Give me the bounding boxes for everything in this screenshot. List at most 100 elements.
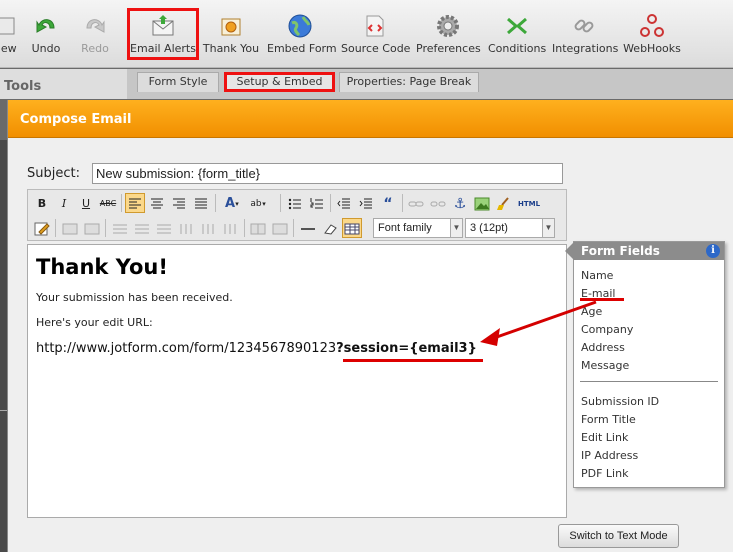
bold-button[interactable]: B — [32, 193, 52, 213]
merge-cells-button[interactable] — [270, 218, 290, 238]
align-left-button[interactable] — [125, 193, 145, 213]
undo-icon — [36, 19, 55, 33]
strikethrough-button[interactable]: ABC — [98, 193, 118, 213]
integrations-label: Integrations — [552, 42, 619, 55]
field-item[interactable]: Age — [581, 305, 602, 318]
insert-table-button[interactable] — [342, 218, 362, 238]
tab-setup-embed-label: Setup & Embed — [236, 75, 323, 88]
main-toolbar: view Undo Redo Email Alerts Thank You — [0, 0, 733, 68]
system-field-item[interactable]: PDF Link — [581, 467, 628, 480]
conditions-button[interactable]: Conditions — [488, 6, 546, 64]
editor-body[interactable]: Thank You! Your submission has been rece… — [27, 244, 567, 518]
system-field-item[interactable]: Edit Link — [581, 431, 628, 444]
redo-button[interactable]: Redo — [75, 6, 115, 64]
tools-panel: Tools — [0, 69, 127, 99]
url-plain: http://www.jotform.com/form/123456789012… — [36, 341, 337, 356]
switch-to-text-mode-button[interactable]: Switch to Text Mode — [558, 524, 679, 548]
panel-pointer — [565, 242, 574, 260]
table-icon — [224, 224, 236, 234]
justify-button[interactable] — [191, 193, 211, 213]
align-left-icon — [129, 198, 141, 209]
preview-label: view — [0, 42, 17, 55]
table-cell-props-button[interactable] — [82, 218, 102, 238]
underline-button[interactable]: U — [76, 193, 96, 213]
outdent-button[interactable] — [334, 193, 354, 213]
integrations-button[interactable]: Integrations — [552, 6, 619, 64]
info-icon[interactable]: i — [706, 244, 720, 258]
font-size-select[interactable]: 3 (12pt) ▼ — [465, 218, 555, 238]
thank-you-label: Thank You — [202, 42, 260, 55]
bullet-list-button[interactable] — [285, 193, 305, 213]
editor-heading: Thank You! — [36, 255, 168, 279]
thank-you-icon — [221, 18, 241, 36]
tab-setup-embed[interactable]: Setup & Embed — [224, 72, 335, 92]
webhooks-label: WebHooks — [623, 42, 681, 55]
numbered-list-button[interactable] — [307, 193, 327, 213]
redo-label: Redo — [81, 42, 109, 55]
editor-line-edit-url: Here's your edit URL: — [36, 316, 153, 329]
edit-css-button[interactable] — [32, 218, 52, 238]
thank-you-button[interactable]: Thank You — [201, 6, 261, 64]
table-icon — [272, 223, 288, 235]
insert-col-after-button[interactable] — [198, 218, 218, 238]
justify-icon — [195, 198, 207, 209]
embed-form-button[interactable]: Embed Form — [267, 6, 337, 64]
insert-col-before-button[interactable] — [176, 218, 196, 238]
highlight-color-dropdown[interactable]: ▾ — [260, 193, 268, 213]
insert-row-after-button[interactable] — [132, 218, 152, 238]
cleanup-button[interactable] — [494, 193, 514, 213]
unlink-button[interactable] — [428, 193, 448, 213]
undo-button[interactable]: Undo — [27, 6, 65, 64]
delete-col-button[interactable] — [220, 218, 240, 238]
field-item[interactable]: Address — [581, 341, 625, 354]
preview-button[interactable]: view — [0, 6, 24, 64]
session-underline-annotation — [343, 359, 483, 362]
tab-properties-page-break[interactable]: Properties: Page Break — [339, 72, 479, 92]
align-right-button[interactable] — [169, 193, 189, 213]
anchor-button[interactable]: ⚓ — [450, 193, 470, 213]
eraser-button[interactable] — [320, 218, 340, 238]
insert-row-before-button[interactable] — [110, 218, 130, 238]
subject-input[interactable] — [92, 163, 563, 184]
integrations-icon — [574, 19, 594, 33]
form-fields-title: Form Fields — [581, 244, 660, 258]
system-field-item[interactable]: IP Address — [581, 449, 638, 462]
indent-button[interactable] — [356, 193, 376, 213]
gear-icon — [437, 15, 459, 37]
field-item[interactable]: Message — [581, 359, 629, 372]
editor-toolbar: B I U ABC A ▾ ab ▾ “ ⚓ HTML Font family … — [27, 189, 567, 241]
horizontal-rule-button[interactable] — [298, 218, 318, 238]
html-button[interactable]: HTML — [516, 193, 542, 213]
field-item[interactable]: Name — [581, 269, 613, 282]
italic-button[interactable]: I — [54, 193, 74, 213]
numbered-list-icon — [310, 198, 323, 209]
link-button[interactable] — [406, 193, 426, 213]
align-center-button[interactable] — [147, 193, 167, 213]
field-item[interactable]: Company — [581, 323, 633, 336]
table-icon — [250, 223, 266, 235]
preferences-button[interactable]: Preferences — [416, 6, 481, 64]
source-code-button[interactable]: Source Code — [341, 6, 411, 64]
font-family-value: Font family — [378, 222, 432, 234]
edit-icon — [34, 222, 50, 236]
eraser-icon — [324, 224, 337, 235]
system-field-item[interactable]: Form Title — [581, 413, 636, 426]
split-cells-button[interactable] — [248, 218, 268, 238]
font-family-select[interactable]: Font family ▼ — [373, 218, 463, 238]
chevron-down-icon: ▼ — [450, 219, 462, 237]
outdent-icon — [337, 198, 350, 209]
table-row-props-button[interactable] — [60, 218, 80, 238]
insert-image-button[interactable] — [472, 193, 492, 213]
fields-divider — [580, 381, 718, 382]
table-icon — [62, 223, 78, 235]
system-field-item[interactable]: Submission ID — [581, 395, 659, 408]
font-color-dropdown[interactable]: ▾ — [233, 193, 241, 213]
delete-row-button[interactable] — [154, 218, 174, 238]
source-code-label: Source Code — [341, 42, 411, 55]
horizontal-rule-icon — [301, 228, 315, 230]
tab-form-style[interactable]: Form Style — [137, 72, 219, 92]
webhooks-button[interactable]: WebHooks — [622, 6, 682, 64]
blockquote-button[interactable]: “ — [378, 193, 398, 213]
modal-header-overlay — [7, 100, 733, 138]
table-icon — [202, 224, 214, 234]
